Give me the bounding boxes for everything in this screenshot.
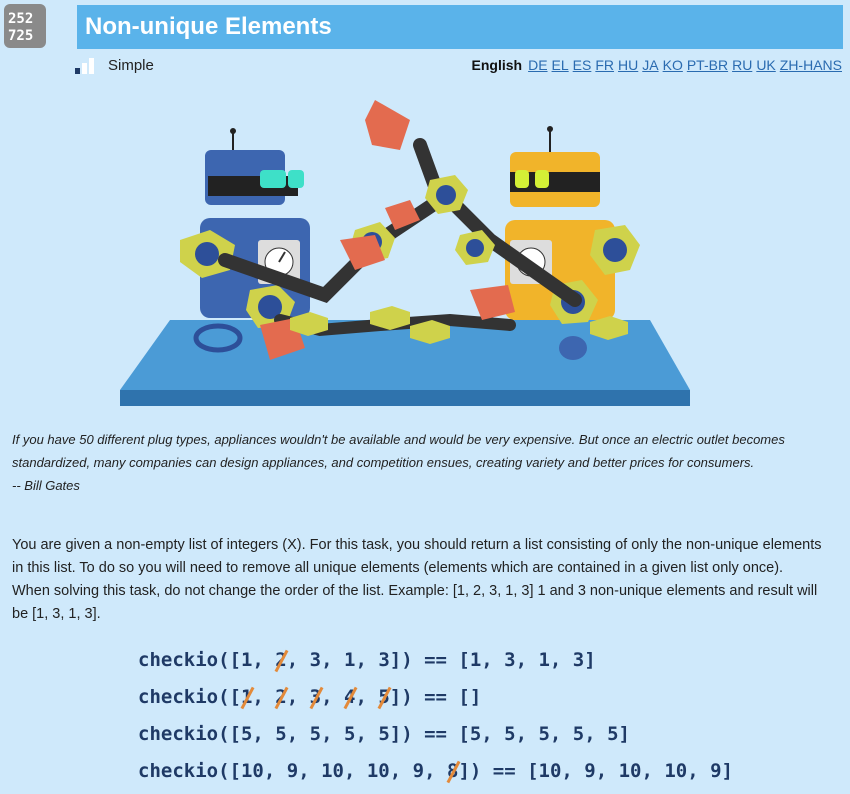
quote-author: -- Bill Gates — [12, 478, 80, 493]
blue-robot — [180, 128, 310, 328]
lang-link-pt-br[interactable]: PT-BR — [687, 57, 728, 73]
struck-element: 2 — [275, 683, 286, 711]
list-element: 3 — [309, 649, 322, 671]
separator: , — [321, 649, 344, 671]
list-element: 5 — [275, 723, 287, 745]
list-element: 1 — [343, 649, 356, 671]
separator: , — [355, 649, 379, 671]
lang-link-zh-hans[interactable]: ZH-HANS — [780, 57, 842, 73]
quote-text: If you have 50 different plug types, app… — [12, 432, 785, 470]
difficulty-level: Simple — [75, 57, 154, 74]
struck-element: 4 — [344, 683, 355, 711]
example-prefix: checkio([ — [138, 686, 241, 708]
list-element: 5 — [309, 723, 322, 745]
separator: , — [424, 760, 447, 782]
example-line: checkio([1, 2, 3, 4, 5]) == [] — [138, 683, 733, 720]
number-grid-logo-icon: 252 725 — [8, 11, 33, 44]
struck-element: 5 — [378, 683, 389, 711]
svg-text:725: 725 — [8, 28, 33, 44]
lang-link-fr[interactable]: FR — [595, 57, 614, 73]
struck-element: 3 — [310, 683, 321, 711]
current-language: English — [471, 57, 523, 73]
struck-element: 8 — [447, 757, 458, 785]
lang-link-de[interactable]: DE — [528, 57, 547, 73]
list-element: 9 — [412, 760, 425, 782]
separator: , — [355, 686, 379, 708]
separator: , — [298, 760, 322, 782]
separator: , — [263, 760, 287, 782]
example-line: checkio([1, 2, 3, 1, 3]) == [1, 3, 1, 3] — [138, 646, 733, 683]
example-prefix: checkio([ — [138, 760, 241, 782]
separator: , — [286, 686, 310, 708]
list-element: 10 — [321, 760, 344, 782]
separator: , — [286, 649, 310, 671]
separator: , — [286, 723, 310, 745]
example-result: ]) == [5, 5, 5, 5, 5] — [389, 723, 630, 745]
lang-link-hu[interactable]: HU — [618, 57, 638, 73]
separator: , — [343, 760, 367, 782]
platform-side — [120, 390, 690, 406]
struck-element: 2 — [275, 646, 286, 674]
list-element: 5 — [343, 723, 356, 745]
list-element: 10 — [240, 760, 264, 782]
example-line: checkio([5, 5, 5, 5, 5]) == [5, 5, 5, 5,… — [138, 720, 733, 757]
difficulty-label: Simple — [108, 57, 154, 74]
separator: , — [355, 723, 379, 745]
separator: , — [252, 686, 276, 708]
lang-link-el[interactable]: EL — [552, 57, 569, 73]
quote: If you have 50 different plug types, app… — [12, 428, 812, 497]
lang-link-es[interactable]: ES — [573, 57, 592, 73]
example-line: checkio([10, 9, 10, 10, 9, 8]) == [10, 9… — [138, 757, 733, 794]
list-element: 1 — [240, 649, 253, 671]
separator: , — [252, 649, 276, 671]
example-prefix: checkio([ — [138, 723, 241, 745]
list-element: 5 — [378, 723, 390, 745]
list-element: 9 — [286, 760, 299, 782]
list-element: 10 — [366, 760, 390, 782]
example-result: ]) == [10, 9, 10, 10, 9] — [458, 760, 733, 782]
site-logo[interactable]: 252 725 — [4, 4, 46, 48]
example-prefix: checkio([ — [138, 649, 241, 671]
lang-link-ru[interactable]: RU — [732, 57, 752, 73]
page-title: Non-unique Elements — [77, 5, 843, 49]
separator: , — [389, 760, 413, 782]
lang-link-ko[interactable]: KO — [663, 57, 683, 73]
list-element: 5 — [240, 723, 253, 745]
svg-text:252: 252 — [8, 11, 33, 27]
struck-element: 1 — [241, 683, 252, 711]
separator: , — [321, 723, 344, 745]
examples-block: checkio([1, 2, 3, 1, 3]) == [1, 3, 1, 3]… — [138, 646, 733, 794]
separator: , — [252, 723, 276, 745]
example-result: ]) == [] — [389, 686, 482, 708]
lang-link-uk[interactable]: UK — [756, 57, 775, 73]
robots-illustration — [120, 100, 690, 406]
example-result: ]) == [1, 3, 1, 3] — [389, 649, 596, 671]
list-element: 3 — [378, 649, 390, 671]
language-selector: English DE EL ES FR HU JA KO PT-BR RU UK… — [472, 57, 842, 73]
difficulty-bars-icon — [75, 57, 94, 74]
separator: , — [321, 686, 344, 708]
task-description: You are given a non-empty list of intege… — [12, 537, 822, 622]
lang-link-ja[interactable]: JA — [642, 57, 658, 73]
